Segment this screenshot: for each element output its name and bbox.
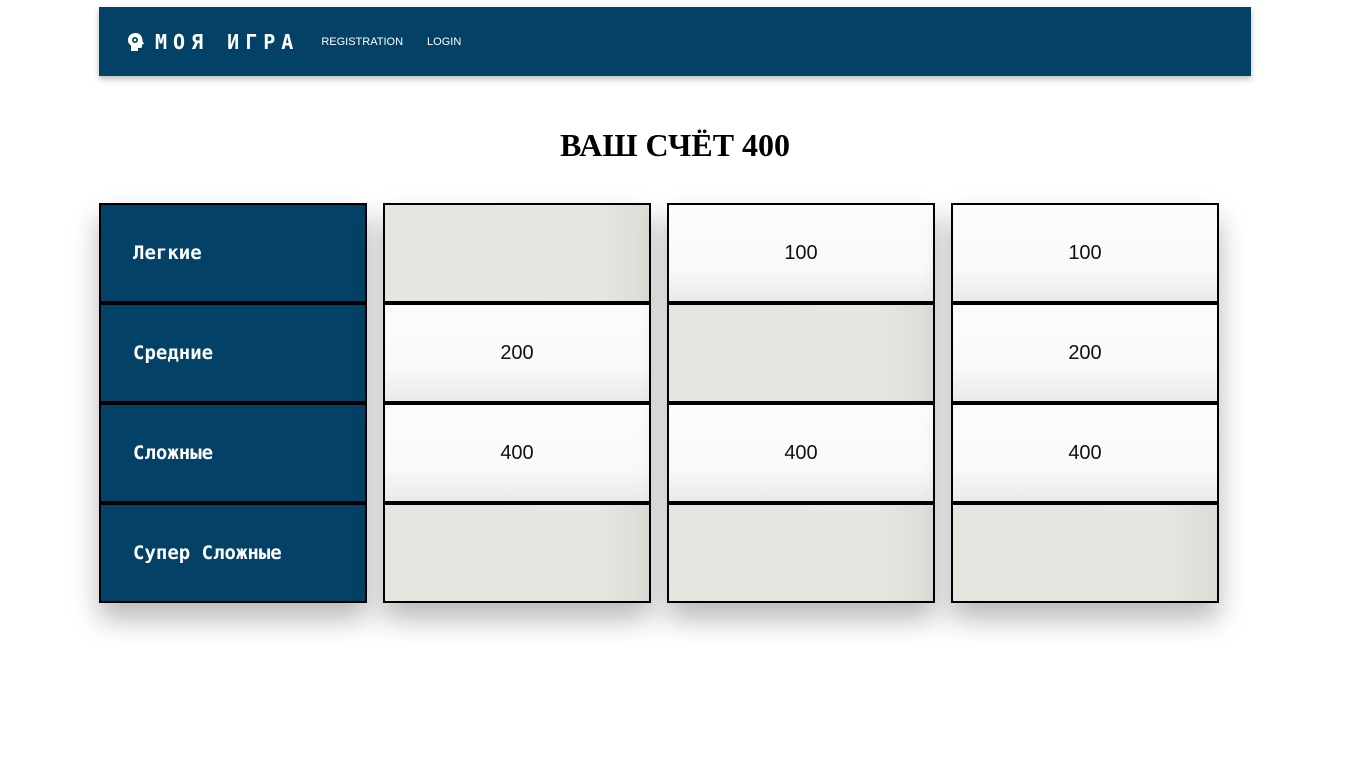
top-navbar: МОЯ ИГРА REGISTRATION LOGIN xyxy=(99,7,1251,76)
category-easy: Легкие xyxy=(99,203,367,303)
question-cell-medium-3[interactable]: 200 xyxy=(951,303,1219,403)
category-medium: Средние xyxy=(99,303,367,403)
nav-registration-link[interactable]: REGISTRATION xyxy=(321,36,403,48)
brand-link[interactable]: МОЯ ИГРА xyxy=(127,30,299,54)
brain-head-icon xyxy=(127,32,145,52)
question-cell-hard-2[interactable]: 400 xyxy=(667,403,935,503)
brand-title: МОЯ ИГРА xyxy=(155,29,300,54)
question-cell-easy-2[interactable]: 100 xyxy=(667,203,935,303)
question-cell-super-hard-2 xyxy=(667,503,935,603)
question-column-1: 200 400 xyxy=(383,203,651,603)
question-cell-super-hard-1 xyxy=(383,503,651,603)
nav-login-link[interactable]: LOGIN xyxy=(427,36,461,48)
score-heading: ВАШ СЧЁТ 400 xyxy=(559,127,791,163)
question-cell-medium-2 xyxy=(667,303,935,403)
question-cell-medium-1[interactable]: 200 xyxy=(383,303,651,403)
question-cell-hard-3[interactable]: 400 xyxy=(951,403,1219,503)
question-column-3: 100 200 400 xyxy=(951,203,1219,603)
question-cell-easy-3[interactable]: 100 xyxy=(951,203,1219,303)
question-cell-easy-1 xyxy=(383,203,651,303)
question-cell-hard-1[interactable]: 400 xyxy=(383,403,651,503)
category-column: Легкие Средние Сложные Супер Сложные xyxy=(99,203,367,603)
question-column-2: 100 400 xyxy=(667,203,935,603)
category-super-hard: Супер Сложные xyxy=(99,503,367,603)
category-hard: Сложные xyxy=(99,403,367,503)
question-cell-super-hard-3 xyxy=(951,503,1219,603)
